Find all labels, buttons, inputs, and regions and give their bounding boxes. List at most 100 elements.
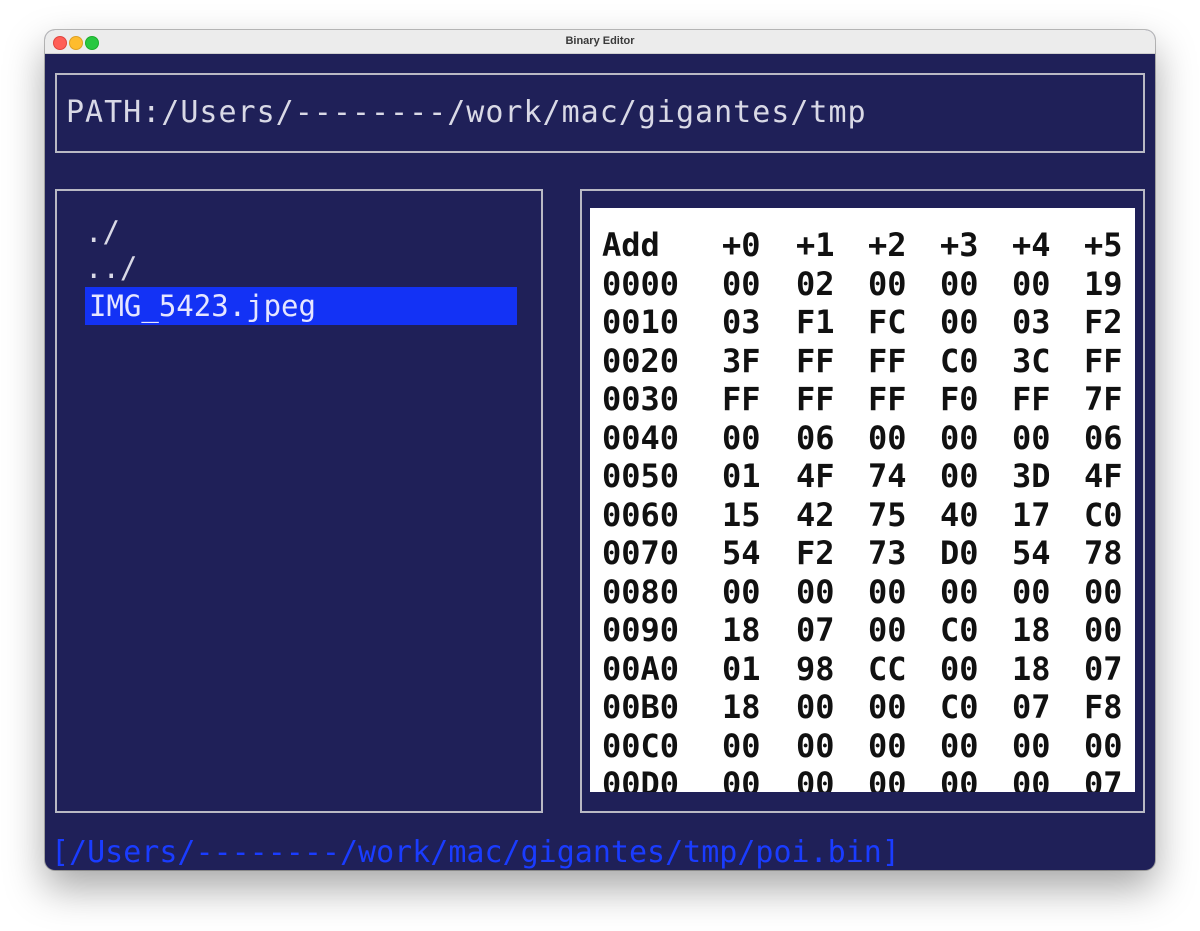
hex-byte[interactable]: 3C xyxy=(1012,342,1051,380)
hex-byte[interactable]: 18 xyxy=(722,611,761,649)
hex-byte[interactable]: 06 xyxy=(1084,419,1123,457)
hex-byte[interactable]: 15 xyxy=(722,496,761,534)
hex-byte[interactable]: C0 xyxy=(940,688,979,726)
hex-byte[interactable]: 00 xyxy=(940,650,979,688)
hex-header-offset: +2 xyxy=(868,226,907,264)
hex-byte[interactable]: 00 xyxy=(1012,265,1051,303)
hex-byte[interactable]: 75 xyxy=(868,496,907,534)
hex-byte[interactable]: 00 xyxy=(1084,727,1123,765)
hex-byte[interactable]: FF xyxy=(796,380,835,418)
hex-header-offset: +3 xyxy=(940,226,979,264)
hex-byte[interactable]: 00 xyxy=(868,688,907,726)
hex-byte[interactable]: 00 xyxy=(868,419,907,457)
hex-byte[interactable]: 00 xyxy=(940,265,979,303)
hex-byte[interactable]: 06 xyxy=(796,419,835,457)
hex-byte[interactable]: 00 xyxy=(796,765,835,792)
status-file-path: [/Users/--------/work/mac/gigantes/tmp/p… xyxy=(51,835,900,870)
hex-byte[interactable]: 00 xyxy=(940,303,979,341)
hex-byte[interactable]: 00 xyxy=(940,419,979,457)
hex-byte[interactable]: 00 xyxy=(940,727,979,765)
hex-byte[interactable]: 73 xyxy=(868,534,907,572)
hex-byte[interactable]: 00 xyxy=(1012,765,1051,792)
hex-byte[interactable]: 07 xyxy=(1084,650,1123,688)
hex-byte[interactable]: FF xyxy=(868,380,907,418)
hex-byte[interactable]: F0 xyxy=(940,380,979,418)
hex-byte[interactable]: 54 xyxy=(722,534,761,572)
hex-byte[interactable]: 00 xyxy=(1084,611,1123,649)
hex-byte[interactable]: 00 xyxy=(722,573,761,611)
hex-byte[interactable]: 07 xyxy=(796,611,835,649)
hex-byte[interactable]: 03 xyxy=(722,303,761,341)
hex-byte[interactable]: C0 xyxy=(940,342,979,380)
hex-byte[interactable]: 40 xyxy=(940,496,979,534)
hex-address: 0030 xyxy=(602,380,680,418)
hex-byte[interactable]: CC xyxy=(868,650,907,688)
hex-byte[interactable]: 00 xyxy=(1084,573,1123,611)
hex-address: 0090 xyxy=(602,611,680,649)
hex-byte[interactable]: 00 xyxy=(722,265,761,303)
hex-byte[interactable]: F8 xyxy=(1084,688,1123,726)
hex-byte[interactable]: 07 xyxy=(1012,688,1051,726)
hex-byte[interactable]: FF xyxy=(722,380,761,418)
file-item-parent-dir[interactable]: ../ xyxy=(85,249,137,287)
hex-byte[interactable]: 00 xyxy=(722,727,761,765)
hex-byte[interactable]: 00 xyxy=(868,727,907,765)
hex-byte[interactable]: 00 xyxy=(940,573,979,611)
hex-byte[interactable]: 4F xyxy=(796,457,835,495)
hex-byte[interactable]: FC xyxy=(868,303,907,341)
hex-byte[interactable]: 7F xyxy=(1084,380,1123,418)
hex-byte[interactable]: 00 xyxy=(868,765,907,792)
hex-byte[interactable]: FF xyxy=(868,342,907,380)
path-panel: PATH:/Users/--------/work/mac/gigantes/t… xyxy=(55,73,1145,153)
hex-byte[interactable]: 00 xyxy=(940,765,979,792)
title-bar[interactable]: Binary Editor xyxy=(45,30,1155,54)
hex-byte[interactable]: 00 xyxy=(940,457,979,495)
hex-byte[interactable]: 03 xyxy=(1012,303,1051,341)
hex-byte[interactable]: F2 xyxy=(1084,303,1123,341)
hex-byte[interactable]: 00 xyxy=(1012,727,1051,765)
hex-byte[interactable]: 18 xyxy=(1012,611,1051,649)
hex-byte[interactable]: 3D xyxy=(1012,457,1051,495)
hex-byte[interactable]: FF xyxy=(1084,342,1123,380)
file-item-selected[interactable]: IMG_5423.jpeg xyxy=(85,287,517,325)
hex-byte[interactable]: 00 xyxy=(796,727,835,765)
hex-byte[interactable]: 98 xyxy=(796,650,835,688)
hex-byte[interactable]: 07 xyxy=(1084,765,1123,792)
hex-address: 0060 xyxy=(602,495,680,534)
hex-byte[interactable]: 00 xyxy=(1012,573,1051,611)
hex-byte[interactable]: 02 xyxy=(796,265,835,303)
hex-byte[interactable]: F1 xyxy=(796,303,835,341)
hex-byte[interactable]: 42 xyxy=(796,496,835,534)
hex-dump[interactable]: Add +0 +1 +2 +3 +4 +5 0000 00 02 00 00 00 19 0010 03 F1 F… xyxy=(590,208,1135,792)
hex-byte[interactable]: 00 xyxy=(868,611,907,649)
hex-byte[interactable]: C0 xyxy=(940,611,979,649)
hex-byte[interactable]: 00 xyxy=(868,573,907,611)
hex-byte[interactable]: 00 xyxy=(796,573,835,611)
hex-byte[interactable]: FF xyxy=(796,342,835,380)
hex-byte[interactable]: 18 xyxy=(1012,650,1051,688)
hex-byte[interactable]: 3F xyxy=(722,342,761,380)
hex-byte[interactable]: 00 xyxy=(1012,419,1051,457)
hex-byte[interactable]: 00 xyxy=(722,765,761,792)
hex-byte[interactable]: 19 xyxy=(1084,265,1123,303)
file-item-current-dir[interactable]: ./ xyxy=(85,213,120,251)
hex-byte[interactable]: 01 xyxy=(722,457,761,495)
hex-byte[interactable]: D0 xyxy=(940,534,979,572)
hex-byte[interactable]: F2 xyxy=(796,534,835,572)
hex-byte[interactable]: C0 xyxy=(1084,496,1123,534)
window-title: Binary Editor xyxy=(565,35,635,47)
hex-byte[interactable]: 54 xyxy=(1012,534,1051,572)
hex-address: 0020 xyxy=(602,341,680,380)
hex-address: 0070 xyxy=(602,534,680,572)
hex-byte[interactable]: 00 xyxy=(796,688,835,726)
hex-byte[interactable]: 78 xyxy=(1084,534,1123,572)
hex-byte[interactable]: FF xyxy=(1012,380,1051,418)
hex-byte[interactable]: 74 xyxy=(868,457,907,495)
hex-byte[interactable]: 00 xyxy=(868,265,907,303)
hex-byte[interactable]: 4F xyxy=(1084,457,1123,495)
hex-byte[interactable]: 01 xyxy=(722,650,761,688)
binary-editor-window: Binary Editor PATH:/Users/--------/work/… xyxy=(45,30,1155,870)
hex-byte[interactable]: 00 xyxy=(722,419,761,457)
hex-byte[interactable]: 18 xyxy=(722,688,761,726)
hex-byte[interactable]: 17 xyxy=(1012,496,1051,534)
